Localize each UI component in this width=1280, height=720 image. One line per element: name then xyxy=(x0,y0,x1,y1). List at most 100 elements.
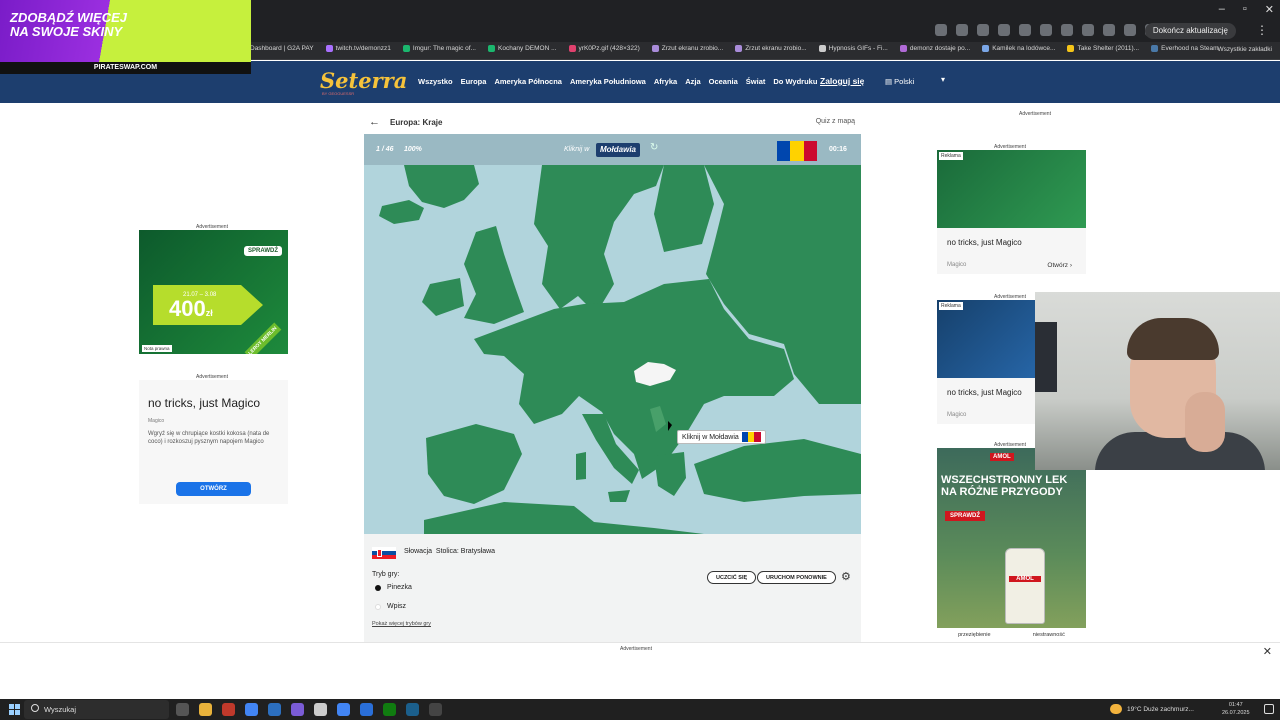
bookmark[interactable]: yrK0Pz.gif (428×322) xyxy=(568,45,640,52)
turkey xyxy=(694,439,861,502)
extension-icon[interactable] xyxy=(1019,24,1031,36)
language-selector[interactable]: ▤ Polski xyxy=(885,77,914,86)
nav-item[interactable]: Do Wydruku xyxy=(773,77,817,86)
bookmark[interactable]: Imgur: The magic of... xyxy=(402,45,476,52)
ad-magico-text[interactable]: no tricks, just Magico Magico Wgryź się … xyxy=(139,380,288,504)
ad-amol[interactable]: AMOL WSZECHSTRONNY LEK NA RÓŻNE PRZYGODY… xyxy=(937,448,1086,642)
app-icon[interactable] xyxy=(268,703,281,716)
ad-tag: Reklama xyxy=(939,302,963,310)
restart-button[interactable]: URUCHOM PONOWNIE xyxy=(757,571,836,584)
weather-widget[interactable]: 19°C Duże zachmurz... xyxy=(1110,704,1194,714)
ad-magico-card[interactable]: no tricks, just Magico Magico Otwórz › xyxy=(937,228,1086,274)
ad-legal-note[interactable]: Nota prawna xyxy=(142,345,172,352)
gear-icon[interactable]: ⚙ xyxy=(841,570,851,583)
update-button[interactable]: Dokończ aktualizację xyxy=(1144,23,1236,39)
task-view-icon[interactable] xyxy=(176,703,189,716)
extension-icon[interactable] xyxy=(977,24,989,36)
nav-item[interactable]: Ameryka Północna xyxy=(494,77,562,86)
back-arrow-icon[interactable]: ← xyxy=(369,116,380,128)
ad-magico-image[interactable]: Reklama xyxy=(937,150,1086,228)
prompt-label: Kliknij w xyxy=(564,146,590,153)
search-icon xyxy=(31,704,39,712)
chrome-icon[interactable] xyxy=(337,703,350,716)
screenshot-icon xyxy=(651,45,659,52)
chevron-down-icon[interactable]: ▾ xyxy=(941,75,945,84)
background-monitor xyxy=(1035,322,1057,392)
extension-icon[interactable] xyxy=(1103,24,1115,36)
steam-icon[interactable] xyxy=(406,703,419,716)
logo-tile xyxy=(9,704,14,709)
greenland xyxy=(404,165,479,208)
flag-stripe xyxy=(777,141,791,161)
app-icon[interactable] xyxy=(314,703,327,716)
maximize-icon[interactable]: ▫ xyxy=(1243,3,1247,16)
notification-icon[interactable] xyxy=(1264,704,1274,714)
bookmark[interactable]: Zrzut ekranu zrobio... xyxy=(735,45,807,52)
extension-icon[interactable] xyxy=(1124,24,1136,36)
bookmark[interactable]: Take Shelter (2011)... xyxy=(1067,45,1139,52)
windows-start-icon[interactable] xyxy=(9,704,20,715)
nav-item[interactable]: Europa xyxy=(461,77,487,86)
bookmark[interactable]: Kochany DEMON ... xyxy=(488,45,557,52)
bookmark[interactable]: Zrzut ekranu zrobio... xyxy=(651,45,724,52)
refresh-icon[interactable]: ↻ xyxy=(650,142,658,153)
nav-item[interactable]: Świat xyxy=(746,77,766,86)
radio-type-mode[interactable] xyxy=(375,604,381,610)
file-explorer-icon[interactable] xyxy=(199,703,212,716)
app-icon[interactable] xyxy=(291,703,304,716)
bookmark-label: Zrzut ekranu zrobio... xyxy=(661,45,724,52)
window-controls[interactable]: – ▫ ✕ xyxy=(1219,3,1274,16)
minimize-icon[interactable]: – xyxy=(1219,3,1225,16)
nav-item[interactable]: Oceania xyxy=(709,77,738,86)
ad-cta-button[interactable]: SPRAWDŹ xyxy=(244,246,282,256)
bookmark[interactable]: twitch.tv/demonzz1 xyxy=(325,45,391,52)
europe-map[interactable] xyxy=(364,134,861,534)
promo-text: ZDOBĄDŹ WIĘCEJ NA SWOJE SKINY xyxy=(10,11,127,39)
bookmark[interactable]: demonz dostaje po... xyxy=(899,45,970,52)
clock-time: 01:47 xyxy=(1228,702,1243,708)
menu-icon[interactable]: ⋮ xyxy=(1256,23,1268,37)
bookmark-label: Hypnosis GIFs - Fi... xyxy=(828,45,888,52)
mode-pin-label[interactable]: Pinezka xyxy=(387,584,412,591)
system-clock[interactable]: 01:47 26.07.2025 xyxy=(1222,701,1250,717)
close-icon[interactable]: ✕ xyxy=(1265,3,1274,16)
all-bookmarks[interactable]: Wszystkie zakładki xyxy=(1217,46,1272,53)
extension-icon[interactable] xyxy=(1082,24,1094,36)
extension-icon[interactable] xyxy=(998,24,1010,36)
app-icon[interactable] xyxy=(429,703,442,716)
login-link[interactable]: Zaloguj się xyxy=(820,76,864,86)
opera-icon[interactable] xyxy=(222,703,235,716)
more-modes-link[interactable]: Pokaż więcej trybów gry xyxy=(372,621,431,627)
ad-amount: 400zł xyxy=(169,296,213,322)
extension-icon[interactable] xyxy=(1061,24,1073,36)
learn-button[interactable]: UCZCIĆ SIĘ xyxy=(707,571,757,584)
tooltip-text: Kliknij w Mołdawia xyxy=(682,433,739,441)
ad-open-button[interactable]: OTWÓRZ xyxy=(176,482,251,496)
site-logo[interactable]: Seterra xyxy=(320,68,407,93)
nav-item[interactable]: Wszystko xyxy=(418,77,453,86)
quiz-map[interactable]: 1 / 46 100% Kliknij w Mołdawia ↻ 00:16 K… xyxy=(364,134,861,534)
radio-pin-mode[interactable] xyxy=(375,585,381,591)
extension-icon[interactable] xyxy=(935,24,947,36)
app-icon[interactable] xyxy=(360,703,373,716)
nav-item[interactable]: Ameryka Południowa xyxy=(570,77,646,86)
bookmark[interactable]: Hypnosis GIFs - Fi... xyxy=(818,45,888,52)
chrome-icon[interactable] xyxy=(245,703,258,716)
bookmark-label: twitch.tv/demonzz1 xyxy=(335,45,391,52)
nav-item[interactable]: Azja xyxy=(685,77,700,86)
close-icon[interactable]: ✕ xyxy=(1263,645,1272,658)
ad-open-link[interactable]: Otwórz › xyxy=(1047,262,1072,269)
bookmark[interactable]: Everhood na Steam xyxy=(1151,45,1219,52)
bookmark[interactable]: Dashboard | G2A PAY xyxy=(250,45,314,52)
taskbar-search[interactable]: Wyszukaj xyxy=(24,700,169,719)
xbox-icon[interactable] xyxy=(383,703,396,716)
ad-leroy-merlin[interactable]: 400zł 21.07 – 3.08 SPRAWDŹ LEROY MERLIN … xyxy=(139,230,288,354)
flag-stripe xyxy=(372,555,396,559)
map-quiz-link[interactable]: Quiz z mapą xyxy=(816,118,855,125)
ad-cta-button[interactable]: SPRAWDŹ xyxy=(945,511,985,521)
mode-type-label[interactable]: Wpisz xyxy=(387,603,406,610)
nav-item[interactable]: Afryka xyxy=(654,77,677,86)
star-icon[interactable] xyxy=(956,24,968,36)
bookmark[interactable]: Kamilek na lodówce... xyxy=(982,45,1055,52)
extension-icon[interactable] xyxy=(1040,24,1052,36)
